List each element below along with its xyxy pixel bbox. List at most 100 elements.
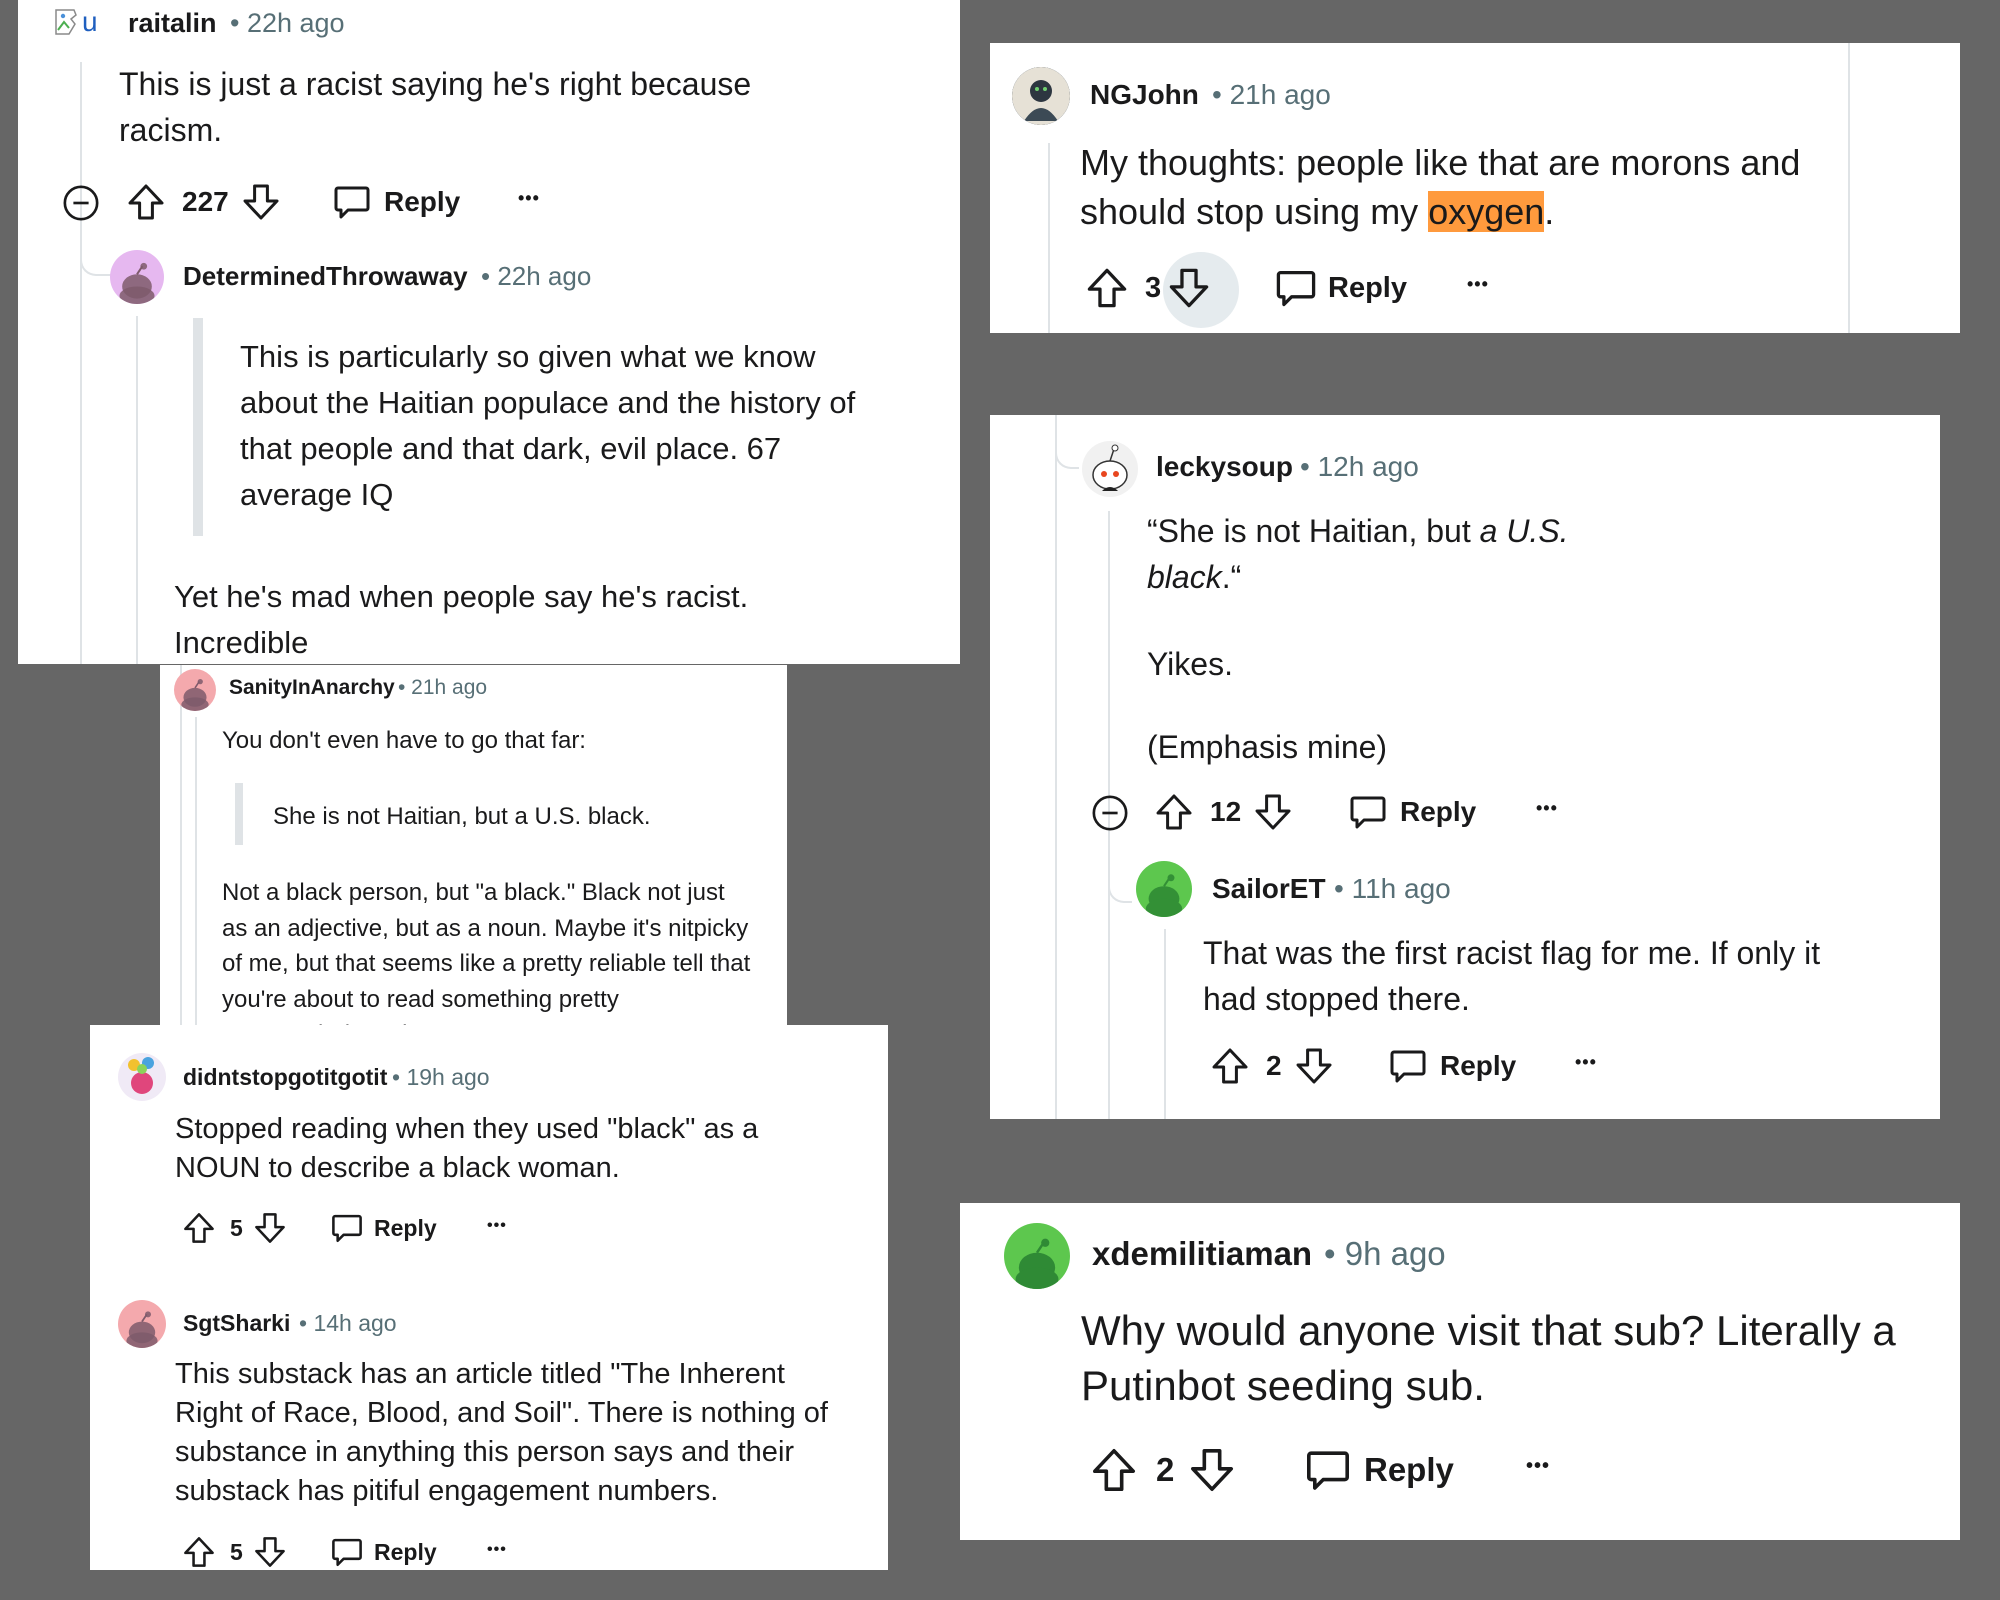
thread-elbow [1055, 415, 1079, 469]
downvote-icon[interactable] [1253, 792, 1293, 832]
avatar[interactable] [1004, 1223, 1070, 1289]
collapse-button[interactable] [62, 184, 100, 222]
comment-line: Yikes. [1147, 646, 1233, 682]
upvote-icon[interactable] [1090, 1446, 1138, 1494]
comment-body: This is just a racist saying he's right … [119, 66, 752, 148]
timestamp: • 9h ago [1324, 1235, 1446, 1272]
upvote-icon[interactable] [126, 182, 166, 222]
reply-button[interactable]: Reply [1274, 266, 1407, 310]
avatar[interactable] [118, 1053, 166, 1101]
username[interactable]: SgtSharki [183, 1310, 290, 1337]
thread-line [80, 62, 82, 664]
upvote-icon[interactable] [1085, 266, 1129, 310]
more-options-button[interactable]: ••• [1467, 274, 1489, 295]
comment-body: That was the first racist flag for me. I… [1203, 935, 1821, 1017]
downvote-icon[interactable] [253, 1535, 287, 1569]
timestamp: • 14h ago [299, 1310, 397, 1336]
vote-count: 5 [230, 1214, 243, 1241]
avatar[interactable] [1136, 861, 1192, 917]
quoted-text: This is particularly so given what we kn… [240, 339, 856, 512]
reply-button[interactable]: Reply [1388, 1046, 1516, 1086]
vote-bar: 5 [182, 1211, 287, 1245]
reply-button[interactable]: Reply [330, 1211, 437, 1245]
downvote-icon[interactable] [241, 182, 281, 222]
vote-bar: 5 [182, 1535, 287, 1569]
avatar[interactable] [1082, 441, 1138, 497]
more-options-button[interactable]: ••• [487, 1541, 507, 1559]
thread-line [1048, 143, 1050, 333]
comment-body: Yet he's mad when people say he's racist… [174, 579, 749, 660]
comment-card-sanityinanarchy: SanityInAnarchy • 21h ago You don't even… [160, 665, 787, 1025]
avatar[interactable] [110, 250, 164, 304]
reply-button[interactable]: Reply [332, 182, 460, 222]
reply-label: Reply [374, 1538, 437, 1565]
username[interactable]: NGJohn [1090, 79, 1199, 111]
more-options-button[interactable]: ••• [1526, 1455, 1550, 1478]
comment-bubble-icon [332, 182, 372, 222]
avatar[interactable] [118, 1300, 166, 1348]
quote-text-end: .“ [1221, 558, 1242, 595]
username[interactable]: raitalin [128, 8, 217, 39]
upvote-icon[interactable] [182, 1535, 216, 1569]
downvote-icon[interactable] [1188, 1446, 1236, 1494]
comment-bubble-icon [330, 1535, 364, 1569]
more-options-button[interactable]: ••• [518, 188, 540, 209]
timestamp: • 12h ago [1300, 451, 1419, 482]
vote-count: 2 [1266, 1050, 1282, 1081]
more-options-button[interactable]: ••• [1575, 1052, 1597, 1073]
collapse-button[interactable] [1091, 794, 1129, 832]
username[interactable]: DeterminedThrowaway [183, 261, 468, 292]
more-options-button[interactable]: ••• [1536, 798, 1558, 819]
comment-card-xdemilitiaman: xdemilitiaman • 9h ago Why would anyone … [960, 1203, 1960, 1540]
avatar[interactable] [1012, 67, 1070, 125]
username[interactable]: didntstopgotitgotit [183, 1064, 387, 1091]
reply-label: Reply [1328, 271, 1407, 304]
reply-label: Reply [1400, 796, 1477, 827]
broken-avatar-alt-text: u [82, 6, 98, 37]
comment-body: My thoughts: people like that are morons… [1080, 138, 1850, 237]
collapse-icon [1091, 794, 1129, 832]
thread-elbow [80, 240, 112, 276]
upvote-icon[interactable] [1210, 1046, 1250, 1086]
vote-bar: 227 [126, 182, 281, 222]
vote-count: 12 [1210, 796, 1242, 827]
quoted-sentence: “She is not Haitian, but a U.S. black.“ [1147, 509, 1587, 601]
reply-label: Reply [1440, 1050, 1517, 1081]
thread-line [180, 665, 182, 1025]
username[interactable]: SanityInAnarchy [229, 676, 395, 700]
highlighted-word: oxygen [1428, 191, 1545, 233]
thread-line [136, 316, 138, 664]
comment-bubble-icon [1274, 266, 1318, 310]
reply-label: Reply [384, 186, 461, 217]
username[interactable]: SailorET [1212, 873, 1326, 905]
timestamp: • 21h ago [1212, 79, 1331, 110]
comment-body: Why would anyone visit that sub? Literal… [1081, 1307, 1896, 1410]
reply-button[interactable]: Reply [1304, 1446, 1454, 1494]
downvote-icon[interactable] [1294, 1046, 1334, 1086]
reply-button[interactable]: Reply [330, 1535, 437, 1569]
downvote-icon[interactable] [253, 1211, 287, 1245]
username[interactable]: leckysoup [1156, 451, 1293, 483]
comment-line: (Emphasis mine) [1147, 729, 1388, 765]
character-avatar-icon [1012, 67, 1070, 125]
comment-card-didntstopgotitgotit: didntstopgotitgotit • 19h ago Stopped re… [90, 1025, 888, 1570]
vote-count: 3 [1145, 271, 1162, 304]
quote-bar [193, 318, 203, 536]
avatar[interactable] [174, 669, 216, 711]
snoo-avatar-icon [1145, 874, 1183, 917]
reply-label: Reply [1364, 1451, 1454, 1488]
more-options-button[interactable]: ••• [487, 1217, 507, 1235]
downvote-icon[interactable] [1167, 266, 1211, 310]
reply-button[interactable]: Reply [1348, 792, 1476, 832]
comment-body: Stopped reading when they used "black" a… [175, 1113, 759, 1185]
upvote-icon[interactable] [182, 1211, 216, 1245]
username[interactable]: xdemilitiaman [1092, 1235, 1312, 1273]
comment-intro: You don't even have to go that far: [222, 727, 586, 754]
reply-label: Reply [374, 1214, 437, 1241]
vote-bar: 12 [1154, 792, 1293, 832]
comment-card-ngjohn: NGJohn • 21h ago My thoughts: people lik… [990, 43, 1960, 333]
comment-card-raitalin: u raitalin • 22h ago This is just a raci… [18, 0, 960, 664]
upvote-icon[interactable] [1154, 792, 1194, 832]
vote-count: 2 [1156, 1451, 1175, 1488]
quote-bar [235, 783, 243, 845]
